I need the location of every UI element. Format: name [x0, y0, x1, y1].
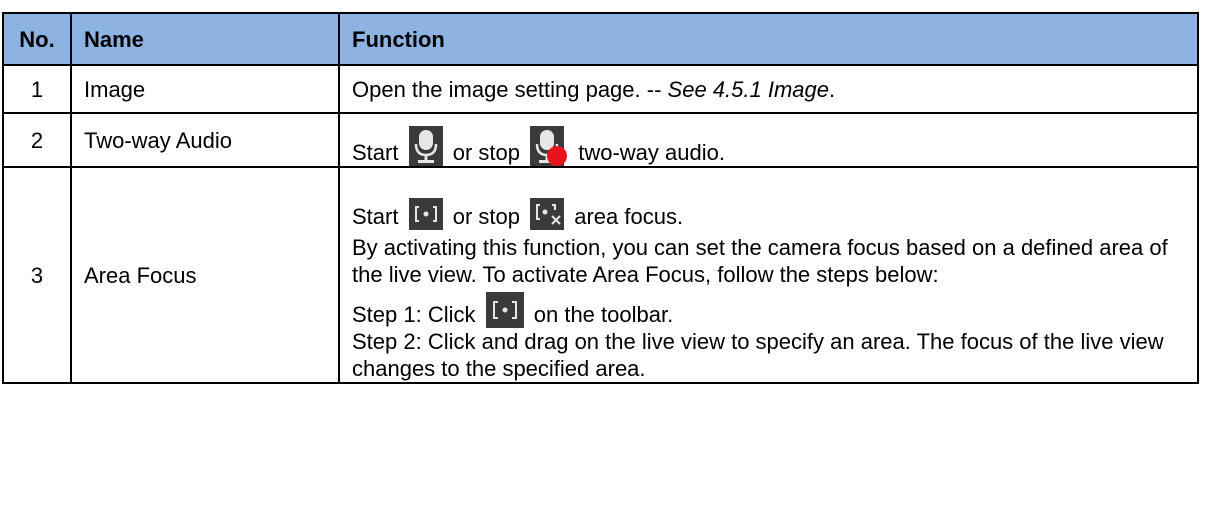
table-row: 3 Area Focus Start or stop area focus. B…	[2, 166, 1199, 384]
see-reference: See 4.5.1 Image	[667, 76, 829, 102]
start-text: Start	[352, 204, 399, 229]
area-focus-off-icon	[530, 198, 565, 230]
row-number: 1	[2, 64, 72, 114]
row-name: Image	[70, 64, 340, 114]
function-text: Open the image setting page. --	[352, 76, 668, 102]
function-text-end: .	[828, 76, 836, 102]
row-number: 3	[2, 166, 72, 384]
microphone-off-icon	[530, 126, 568, 166]
area-focus-icon	[408, 198, 443, 230]
row-name: Two-way Audio	[70, 112, 340, 168]
step1-text: Step 1: Click	[352, 302, 476, 327]
row-function: Start or stop	[338, 166, 1199, 384]
step1-text-end: on the toolbar.	[533, 302, 674, 327]
end-text: area focus.	[574, 204, 684, 229]
microphone-icon	[408, 126, 443, 166]
step-1: Step 1: Click on the toolbar.	[352, 292, 1187, 328]
end-text: two-way audio.	[578, 140, 725, 165]
step-2: Step 2: Click and drag on the live view …	[352, 329, 1164, 381]
description: By activating this function, you can set…	[352, 235, 1168, 287]
table-row: 1 Image Open the image setting page. -- …	[2, 64, 1199, 114]
function-table: No. Name Function 1 Image Open the image…	[2, 12, 1199, 384]
or-stop-text: or stop	[452, 140, 520, 165]
header-name: Name	[70, 12, 340, 66]
start-text: Start	[352, 140, 399, 165]
row-function: Start or stop	[338, 112, 1199, 168]
row-number: 2	[2, 112, 72, 168]
table-row: 2 Two-way Audio Start or stop two-way au…	[2, 112, 1199, 168]
or-stop-text: or stop	[452, 204, 520, 229]
row-function: Open the image setting page. -- See 4.5.…	[338, 64, 1199, 114]
start-stop-line: Start or stop area focus.	[352, 198, 1187, 230]
row-name: Area Focus	[70, 166, 340, 384]
area-focus-icon	[485, 292, 524, 328]
header-no: No.	[2, 12, 72, 66]
header-function: Function	[338, 12, 1199, 66]
header-row: No. Name Function	[2, 12, 1199, 66]
